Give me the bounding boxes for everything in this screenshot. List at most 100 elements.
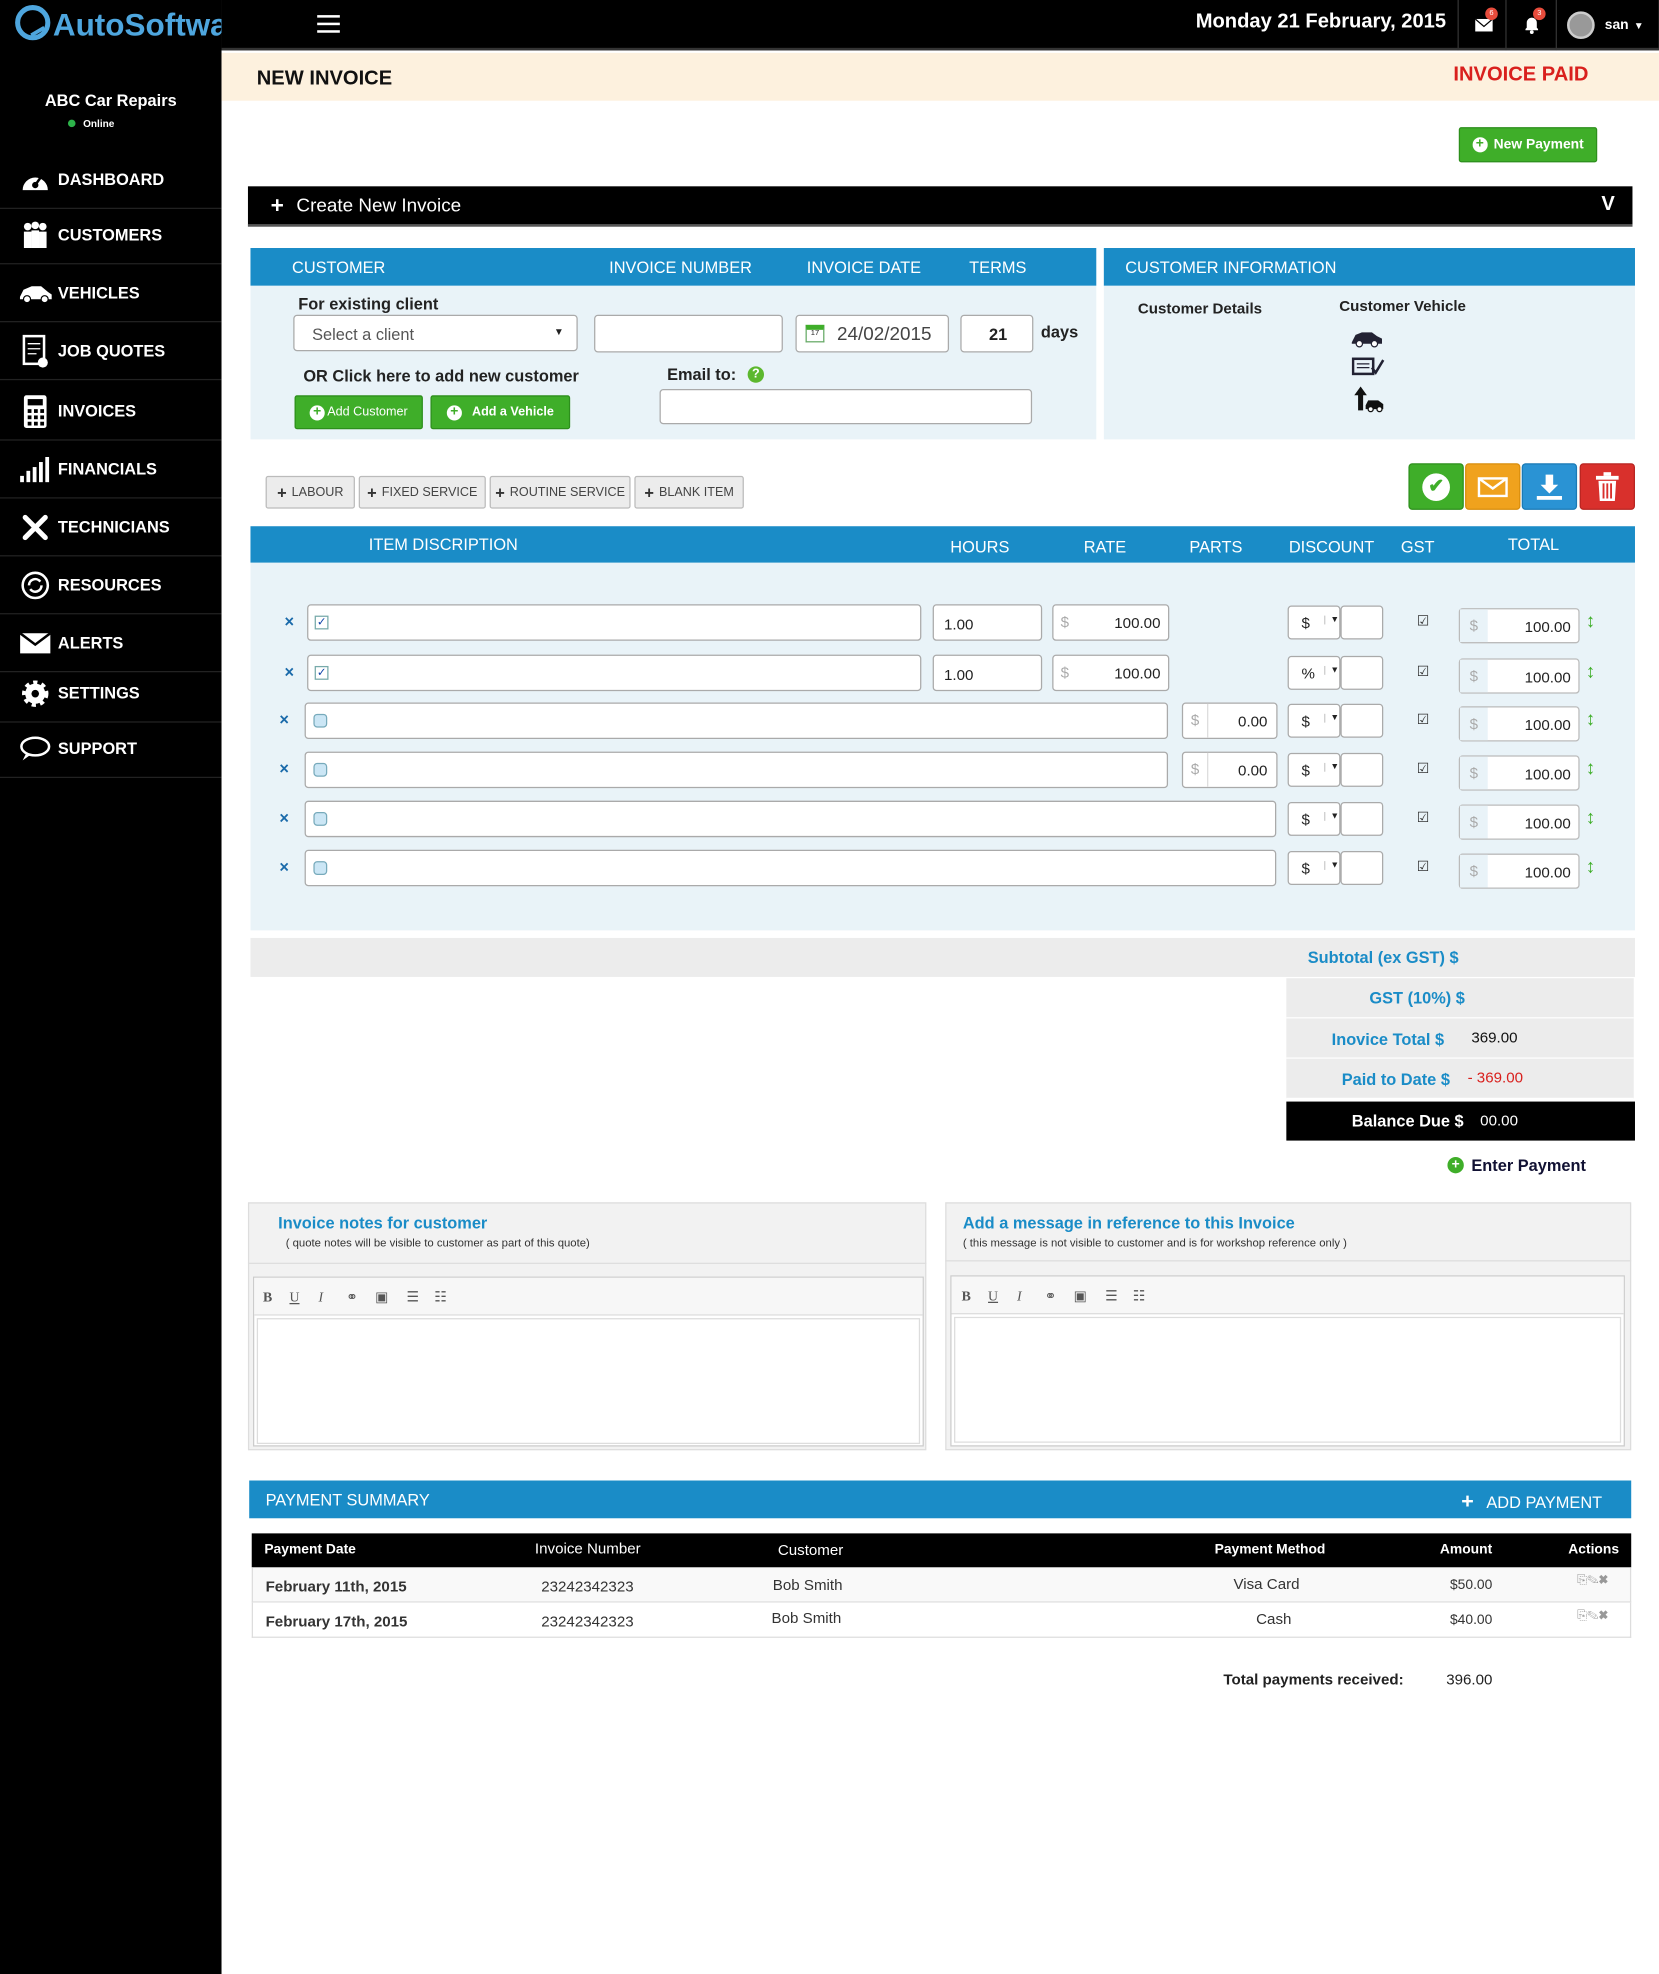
discount-input[interactable] (1340, 703, 1384, 738)
total-input[interactable]: $100.00 (1458, 608, 1580, 644)
customer-notes-textarea[interactable] (256, 1318, 921, 1444)
item-description-input[interactable] (304, 800, 1277, 838)
sidebar-item-alerts[interactable]: ALERTS (0, 614, 222, 673)
terms-input[interactable]: 21 (960, 314, 1034, 353)
sidebar-item-settings[interactable]: SETTINGS (0, 665, 222, 723)
car-icon[interactable] (1351, 330, 1384, 348)
ordered-list-icon[interactable]: ☰ (407, 1289, 419, 1305)
car-upload-icon[interactable] (1353, 385, 1386, 413)
enter-payment-link[interactable]: + Enter Payment (1447, 1156, 1586, 1175)
discount-type-select[interactable]: $ ▼ (1287, 801, 1341, 836)
hours-input[interactable]: 1.00 (932, 604, 1043, 641)
new-payment-button[interactable]: + New Payment (1458, 127, 1598, 163)
parts-input[interactable]: $0.00 (1181, 702, 1278, 739)
routine-service-button[interactable]: + ROUTINE SERVICE (489, 475, 631, 509)
create-invoice-bar[interactable]: + Create New Invoice V (247, 186, 1633, 227)
remove-row-icon[interactable]: × (279, 759, 289, 778)
remove-row-icon[interactable]: × (284, 612, 294, 631)
item-note-icon[interactable] (313, 812, 328, 826)
total-input[interactable]: $100.00 (1458, 658, 1580, 694)
invoice-date-input[interactable]: 17 24/02/2015 (795, 314, 950, 353)
drag-handle-icon[interactable]: ↕ (1586, 807, 1595, 828)
discount-input[interactable] (1340, 655, 1384, 690)
total-input[interactable]: $100.00 (1458, 706, 1580, 742)
rate-input[interactable]: $100.00 (1052, 654, 1170, 692)
bold-icon[interactable]: B (263, 1290, 272, 1305)
notifications-button[interactable]: 3 (1505, 0, 1555, 51)
add-vehicle-button[interactable]: + Add a Vehicle (430, 395, 571, 430)
blank-item-button[interactable]: + BLANK ITEM (634, 475, 744, 509)
image-icon[interactable]: ▣ (375, 1289, 388, 1305)
underline-icon[interactable]: U (988, 1289, 998, 1304)
total-input[interactable]: $100.00 (1458, 853, 1580, 889)
gst-checkbox[interactable]: ☑ (1416, 860, 1430, 876)
item-description-input[interactable] (304, 751, 1169, 789)
italic-icon[interactable]: I (318, 1290, 323, 1305)
gst-checkbox[interactable]: ☑ (1416, 811, 1430, 827)
sidebar-item-customers[interactable]: CUSTOMERS (0, 206, 222, 265)
remove-row-icon[interactable]: × (279, 857, 289, 876)
car-checklist-icon[interactable] (1351, 356, 1385, 379)
link-icon[interactable]: ⚭ (346, 1289, 358, 1305)
discount-type-select[interactable]: $ ▼ (1287, 752, 1341, 787)
drag-handle-icon[interactable]: ↕ (1586, 661, 1595, 682)
drag-handle-icon[interactable]: ↕ (1586, 709, 1595, 730)
sidebar-item-resources[interactable]: RESOURCES (0, 556, 222, 615)
sidebar-item-technicians[interactable]: TECHNICIANS (0, 499, 222, 557)
underline-icon[interactable]: U (289, 1290, 299, 1305)
discount-type-select[interactable]: % ▼ (1287, 655, 1341, 690)
add-customer-button[interactable]: + Add Customer (294, 395, 423, 430)
help-icon[interactable]: ? (747, 366, 765, 383)
fixed-service-button[interactable]: + FIXED SERVICE (358, 475, 486, 509)
remove-row-icon[interactable]: × (279, 710, 289, 729)
sidebar-item-job-quotes[interactable]: JOB QUOTES (0, 322, 222, 381)
unordered-list-icon[interactable]: ☷ (434, 1289, 446, 1305)
item-note-icon[interactable] (313, 762, 328, 777)
item-note-icon[interactable] (313, 861, 328, 875)
total-input[interactable]: $100.00 (1458, 804, 1580, 840)
menu-toggle-icon[interactable] (317, 15, 340, 33)
email-input[interactable] (659, 389, 1033, 425)
save-button[interactable]: ✔ (1408, 463, 1464, 510)
mail-button[interactable]: 6 (1457, 0, 1508, 51)
sidebar-item-invoices[interactable]: INVOICES (0, 383, 222, 441)
workshop-message-textarea[interactable] (954, 1316, 1622, 1443)
item-checkbox[interactable]: ✓ (314, 615, 329, 630)
sidebar-item-dashboard[interactable]: DASHBOARD (0, 151, 222, 209)
row-actions[interactable]: ⎘✎✖ (1577, 1574, 1608, 1588)
parts-input[interactable]: $0.00 (1181, 751, 1278, 789)
total-input[interactable]: $100.00 (1458, 755, 1580, 791)
item-description-input[interactable] (307, 604, 922, 641)
drag-handle-icon[interactable]: ↕ (1586, 758, 1595, 779)
discount-type-select[interactable]: $ ▼ (1287, 703, 1341, 738)
bold-icon[interactable]: B (962, 1289, 971, 1304)
item-note-icon[interactable] (313, 713, 328, 728)
discount-input[interactable] (1340, 752, 1384, 787)
item-description-input[interactable] (304, 849, 1277, 887)
remove-row-icon[interactable]: × (279, 808, 289, 827)
sidebar-item-support[interactable]: SUPPORT (0, 720, 222, 779)
hours-input[interactable]: 1.00 (932, 654, 1043, 692)
link-icon[interactable]: ⚭ (1045, 1288, 1057, 1304)
drag-handle-icon[interactable]: ↕ (1586, 856, 1595, 877)
delete-button[interactable] (1579, 463, 1635, 510)
invoice-number-input[interactable] (594, 314, 783, 353)
unordered-list-icon[interactable]: ☷ (1133, 1288, 1145, 1304)
sidebar-item-vehicles[interactable]: VEHICLES (0, 264, 222, 323)
email-button[interactable] (1465, 463, 1521, 510)
item-checkbox[interactable]: ✓ (314, 665, 329, 680)
item-description-input[interactable] (307, 654, 922, 692)
remove-row-icon[interactable]: × (284, 662, 294, 681)
client-select[interactable]: Select a client ▼ (293, 314, 578, 352)
sidebar-item-financials[interactable]: FINANCIALS (0, 441, 222, 499)
rate-input[interactable]: $100.00 (1052, 604, 1170, 641)
gst-checkbox[interactable]: ☑ (1416, 615, 1430, 631)
add-payment-button[interactable]: + ADD PAYMENT (1461, 1489, 1602, 1514)
row-actions[interactable]: ⎘✎✖ (1577, 1609, 1608, 1623)
gst-checkbox[interactable]: ☑ (1416, 665, 1430, 681)
labour-button[interactable]: + LABOUR (265, 475, 355, 509)
gst-checkbox[interactable]: ☑ (1416, 762, 1430, 778)
discount-input[interactable] (1340, 851, 1384, 886)
image-icon[interactable]: ▣ (1074, 1288, 1087, 1304)
gst-checkbox[interactable]: ☑ (1416, 713, 1430, 729)
